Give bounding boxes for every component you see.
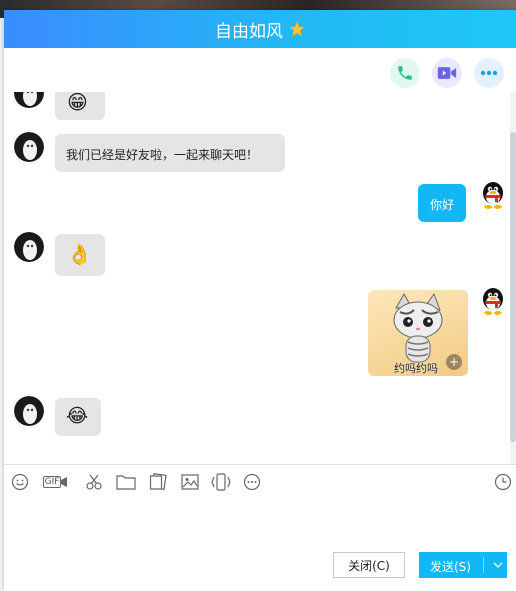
message-list[interactable]: 😁 我们已经是好友啦，一起来聊天吧！ 你好 👌 约吗约吗 + 😂 <box>4 92 510 464</box>
voice-call-button[interactable] <box>390 58 420 88</box>
message-bubble[interactable]: 我们已经是好友啦，一起来聊天吧！ <box>55 134 285 172</box>
chat-scrollbar[interactable] <box>510 92 516 464</box>
zoom-icon[interactable]: + <box>446 354 462 370</box>
gallery-icon[interactable] <box>148 472 168 492</box>
avatar[interactable] <box>14 396 44 426</box>
scissors-icon[interactable] <box>84 472 104 492</box>
video-call-button[interactable] <box>432 58 462 88</box>
sticker-caption: 约吗约吗 <box>394 362 438 375</box>
scrollbar-thumb[interactable] <box>510 132 516 442</box>
phone-icon <box>398 66 412 80</box>
message-input[interactable] <box>10 498 510 546</box>
chat-window: 自由如风 😁 我们已经是好友啦，一起来聊天吧！ 你好 👌 约吗约吗 + 😂 GI… <box>4 10 516 591</box>
gif-icon[interactable]: GIF <box>42 472 68 492</box>
my-avatar[interactable] <box>478 180 508 210</box>
message-bubble[interactable]: 😂 <box>55 398 101 436</box>
avatar[interactable] <box>14 232 44 262</box>
message-bubble[interactable]: 👌 <box>55 234 105 276</box>
emoji-grin-icon: 😁 <box>67 92 88 114</box>
message-text: 你好 <box>430 198 455 212</box>
title-bar[interactable]: 自由如风 <box>4 10 516 48</box>
send-divider <box>483 557 484 573</box>
image-icon[interactable] <box>180 472 200 492</box>
message-text: 我们已经是好友啦，一起来聊天吧！ <box>66 148 259 162</box>
send-button[interactable]: 发送(S) <box>419 552 507 578</box>
more-icon <box>480 70 498 76</box>
my-avatar[interactable] <box>478 286 508 316</box>
avatar[interactable] <box>14 92 44 108</box>
emoji-tears-of-joy-icon: 😂 <box>66 405 89 427</box>
more-button[interactable] <box>474 58 504 88</box>
penguin-icon <box>483 288 503 315</box>
send-options-chevron-icon[interactable] <box>488 552 507 578</box>
message-bubble[interactable]: 你好 <box>418 184 466 222</box>
input-toolbar: GIF <box>10 472 512 492</box>
penguin-icon <box>483 182 503 209</box>
star-badge-icon <box>289 21 305 37</box>
more-options-icon[interactable] <box>242 472 262 492</box>
avatar[interactable] <box>14 132 44 162</box>
call-toolbar <box>390 58 504 88</box>
input-divider <box>4 464 516 465</box>
close-button[interactable]: 关闭(C) <box>333 552 405 578</box>
folder-icon[interactable] <box>116 472 136 492</box>
sticker-image[interactable]: 约吗约吗 + <box>368 290 468 376</box>
emoji-ok-hand-icon: 👌 <box>67 242 92 266</box>
emoji-icon[interactable] <box>10 472 30 492</box>
video-icon <box>437 67 457 79</box>
window-title: 自由如风 <box>215 21 283 42</box>
shake-icon[interactable] <box>210 472 232 492</box>
history-icon[interactable] <box>494 472 512 492</box>
message-bubble[interactable]: 😁 <box>55 92 105 120</box>
